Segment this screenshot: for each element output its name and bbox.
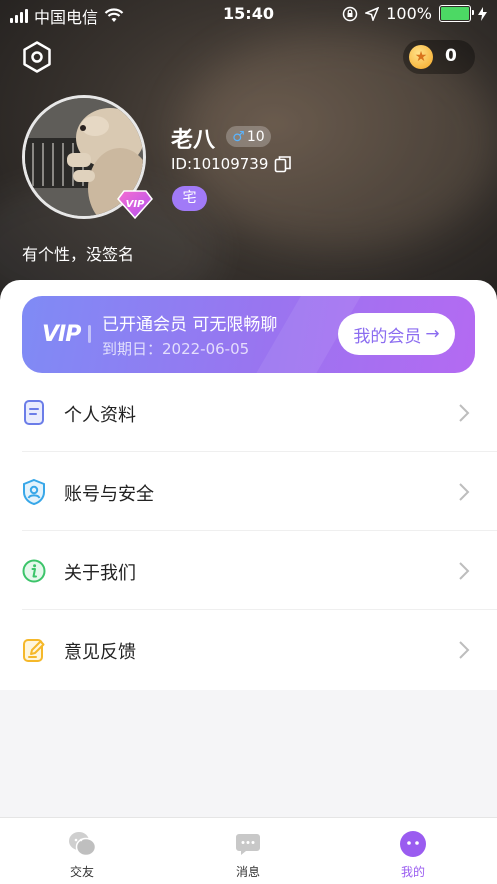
menu-item-account-security[interactable]: 账号与安全 [0, 452, 497, 531]
coin-balance[interactable]: ★ 0 [403, 40, 475, 74]
arrow-right-icon: → [425, 324, 440, 344]
vip-badge-text: VIP [126, 199, 145, 210]
vip-title: 已开通会员 可无限畅聊 [102, 315, 278, 335]
charging-icon [478, 6, 487, 21]
menu-item-label: 关于我们 [64, 563, 136, 584]
vip-banner[interactable]: VIP 已开通会员 可无限畅聊 到期日：2022-06-05 我的会员 → [22, 296, 475, 373]
profile-header: 中国电信 15:40 100% ★ 0 VIP 老八 ♂ 10 ID:10109… [0, 0, 497, 310]
tab-label: 消息 [235, 865, 260, 879]
signature: 有个性，没签名 [22, 245, 135, 264]
user-id-row: ID:10109739 [171, 155, 292, 173]
menu-item-feedback[interactable]: 意见反馈 [0, 610, 497, 689]
tab-friends[interactable]: 交友 [32, 818, 132, 884]
menu-item-label: 意见反馈 [64, 642, 136, 663]
profile-face-icon [400, 831, 426, 857]
my-membership-button[interactable]: 我的会员 → [338, 313, 455, 355]
vip-expire-date: 到期日：2022-06-05 [102, 340, 250, 358]
vip-logo: VIP [42, 322, 81, 347]
menu-item-label: 账号与安全 [64, 484, 154, 505]
coin-count: 0 [445, 46, 457, 66]
edit-feedback-icon [23, 639, 45, 662]
tab-label: 交友 [69, 865, 94, 879]
tab-messages[interactable]: 消息 [198, 818, 298, 884]
battery-percent: 100% [386, 4, 432, 23]
tab-label: 我的 [400, 865, 425, 879]
chevron-right-icon [459, 562, 470, 580]
my-membership-label: 我的会员 [353, 326, 422, 347]
chevron-right-icon [459, 483, 470, 501]
copy-icon[interactable] [274, 155, 292, 173]
settings-hexagon-icon[interactable] [20, 40, 54, 74]
username: 老八 [171, 128, 216, 153]
info-icon [22, 559, 46, 583]
chevron-right-icon [459, 641, 470, 659]
chevron-right-icon [459, 404, 470, 422]
menu-item-about-us[interactable]: 关于我们 [0, 531, 497, 610]
battery-icon [439, 5, 474, 22]
menu-item-label: 个人资料 [64, 405, 136, 426]
interest-tag: 宅 [172, 186, 207, 211]
age-value: 10 [246, 128, 265, 145]
message-icon [236, 834, 260, 855]
tab-mine[interactable]: 我的 [363, 818, 463, 884]
gender-age-badge: ♂ 10 [226, 126, 271, 147]
coin-icon: ★ [409, 45, 433, 69]
chat-bubbles-icon [69, 832, 96, 857]
bottom-tab-bar: 交友 消息 我的 [0, 817, 497, 884]
orientation-lock-icon [343, 6, 358, 21]
vip-divider [88, 325, 91, 343]
profile-document-icon [24, 400, 44, 425]
status-bar: 中国电信 15:40 100% [0, 0, 497, 28]
menu-item-profile[interactable]: 个人资料 [0, 373, 497, 452]
location-icon [365, 6, 380, 21]
vip-badge-icon: VIP [117, 190, 153, 219]
shield-user-icon [23, 478, 45, 506]
male-icon: ♂ [232, 128, 245, 145]
user-id: ID:10109739 [171, 155, 269, 173]
